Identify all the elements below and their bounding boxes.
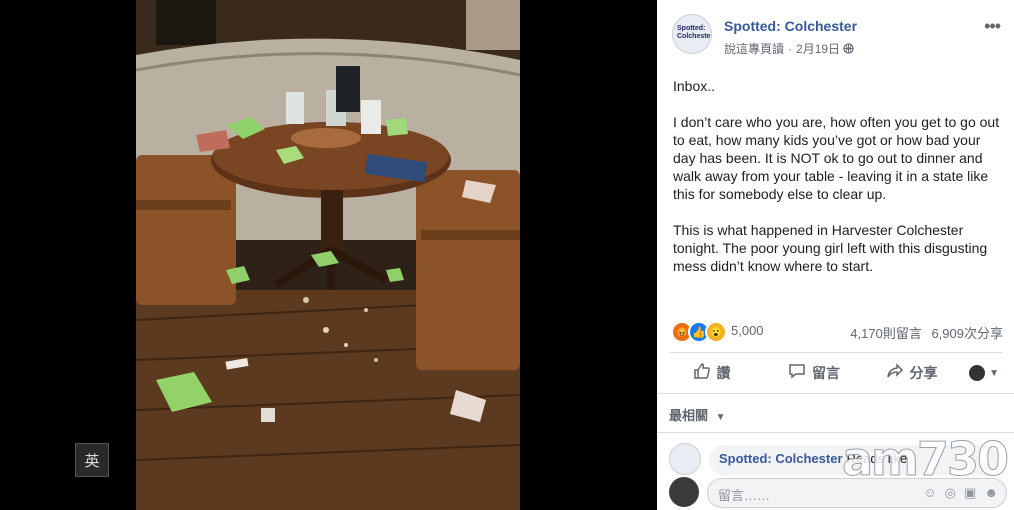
- reaction-count[interactable]: 5,000: [731, 323, 764, 338]
- post-paragraph-1: Inbox..: [673, 78, 716, 94]
- comment-icon: [788, 362, 806, 385]
- profile-avatar-icon: [969, 365, 986, 381]
- my-avatar[interactable]: [669, 477, 699, 507]
- page-name-link[interactable]: Spotted: Colchester: [724, 18, 857, 34]
- restaurant-mess-photo: [136, 0, 520, 510]
- post-header: Spotted: Colchester Spotted: Colchester …: [672, 14, 1002, 58]
- like-label: 讚: [716, 365, 731, 381]
- comment-sort-label: 最相關: [669, 408, 709, 423]
- comment-sort-dropdown[interactable]: 最相關 ▼: [669, 405, 726, 424]
- caret-down-icon: ▼: [715, 412, 726, 423]
- share-label: 分享: [909, 365, 938, 381]
- like-button[interactable]: 讚: [669, 356, 754, 390]
- more-options-icon[interactable]: •••: [984, 16, 1001, 37]
- page-translation-link[interactable]: 說這專頁讀: [724, 42, 784, 56]
- post-date[interactable]: 2月19日: [796, 42, 840, 56]
- divider: [669, 352, 1002, 353]
- emoji-icon[interactable]: ☺: [923, 485, 936, 501]
- engagement-stats: 4,170則留言 6,909次分享: [844, 323, 1003, 342]
- globe-icon: [843, 42, 855, 56]
- thumbs-up-icon: [693, 362, 711, 385]
- post-as-selector[interactable]: ▼: [954, 356, 999, 390]
- composer-tools: ☺ ◎ ▣ ☻: [923, 485, 998, 501]
- commenter-name[interactable]: Spotted: Colchester: [719, 451, 843, 466]
- watermark-logo: am730: [842, 432, 1010, 487]
- post-photo[interactable]: [136, 0, 520, 510]
- post-paragraph-3: This is what happened in Harvester Colch…: [673, 222, 988, 274]
- comment-placeholder: 留言……: [718, 488, 771, 503]
- comment-count-link[interactable]: 4,170則留言: [850, 326, 922, 341]
- wow-icon: 😮: [705, 321, 727, 343]
- caret-down-icon: ▼: [989, 367, 999, 379]
- page-avatar[interactable]: Spotted: Colchester: [672, 14, 712, 54]
- sticker-icon[interactable]: ☻: [984, 485, 998, 501]
- commenter-avatar[interactable]: [669, 443, 701, 475]
- language-toggle-button[interactable]: 英: [75, 443, 109, 477]
- reactions-bar: 😡 👍 😮 5,000 4,170則留言 6,909次分享: [671, 321, 1003, 343]
- gif-icon[interactable]: ▣: [964, 485, 976, 501]
- post-meta: 說這專頁讀 · 2月19日: [724, 40, 855, 57]
- post-text: Inbox.. I don’t care who you are, how of…: [673, 77, 1005, 293]
- photo-viewer: 英: [0, 0, 657, 510]
- comment-button[interactable]: 留言: [759, 356, 869, 390]
- comment-label: 留言: [812, 365, 840, 381]
- camera-icon[interactable]: ◎: [945, 485, 956, 501]
- page-avatar-label: Spotted: Colchester: [677, 25, 712, 40]
- reaction-icons[interactable]: 😡 👍 😮: [671, 321, 727, 343]
- share-button[interactable]: 分享: [869, 356, 954, 390]
- post-actions: 讚 留言 分享 ▼: [669, 356, 1002, 390]
- divider: [657, 393, 1014, 394]
- share-icon: [886, 362, 904, 385]
- share-count-link[interactable]: 6,909次分享: [931, 326, 1003, 341]
- post-paragraph-2: I don’t care who you are, how often you …: [673, 114, 1000, 202]
